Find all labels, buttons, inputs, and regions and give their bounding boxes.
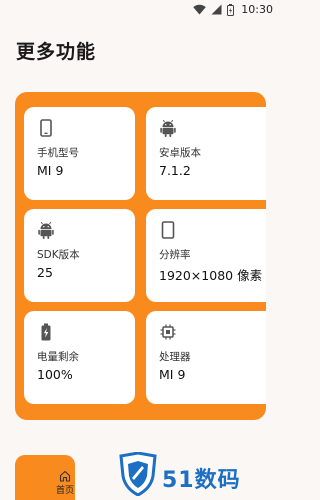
cellular-icon: [211, 4, 222, 15]
card-value: MI 9: [37, 163, 64, 178]
card-label: 电量剩余: [37, 351, 79, 363]
wifi-icon: [193, 4, 206, 15]
card-android-version[interactable]: 安卓版本 7.1.2: [146, 107, 266, 200]
card-label: 手机型号: [37, 147, 79, 159]
tab-home[interactable]: 首页: [48, 470, 82, 496]
status-time: 10:30: [241, 3, 273, 16]
card-processor[interactable]: 处理器 MI 9: [146, 311, 266, 404]
card-label: 安卓版本: [159, 147, 201, 159]
card-value: 25: [37, 265, 53, 280]
tab-home-label: 首页: [55, 486, 74, 496]
card-label: 分辨率: [159, 249, 191, 261]
home-icon: [59, 470, 71, 482]
page-title: 更多功能: [16, 41, 97, 63]
card-value: MI 9: [159, 367, 186, 382]
card-phone-model[interactable]: 手机型号 MI 9: [24, 107, 135, 200]
watermark-text: 51数码: [162, 468, 241, 493]
phone-icon: [40, 119, 52, 137]
card-value: 100%: [37, 367, 73, 382]
battery-icon: [227, 3, 235, 16]
cpu-icon: [160, 324, 176, 340]
card-value: 7.1.2: [159, 163, 191, 178]
card-label: 处理器: [159, 351, 191, 363]
card-sdk-version[interactable]: SDK版本 25: [24, 209, 135, 302]
android-icon: [38, 221, 54, 239]
watermark-logo: 51数码: [118, 452, 278, 498]
card-value: 1920×1080 像素: [159, 268, 263, 283]
battery-charging-icon: [41, 323, 51, 341]
status-bar: 10:30: [0, 0, 281, 20]
shield-logo-icon: [119, 452, 157, 496]
screen-icon: [161, 221, 175, 239]
card-resolution[interactable]: 分辨率 1920×1080 像素: [146, 209, 266, 302]
card-battery-remaining[interactable]: 电量剩余 100%: [24, 311, 135, 404]
android-icon: [160, 119, 176, 137]
card-label: SDK版本: [37, 249, 80, 261]
